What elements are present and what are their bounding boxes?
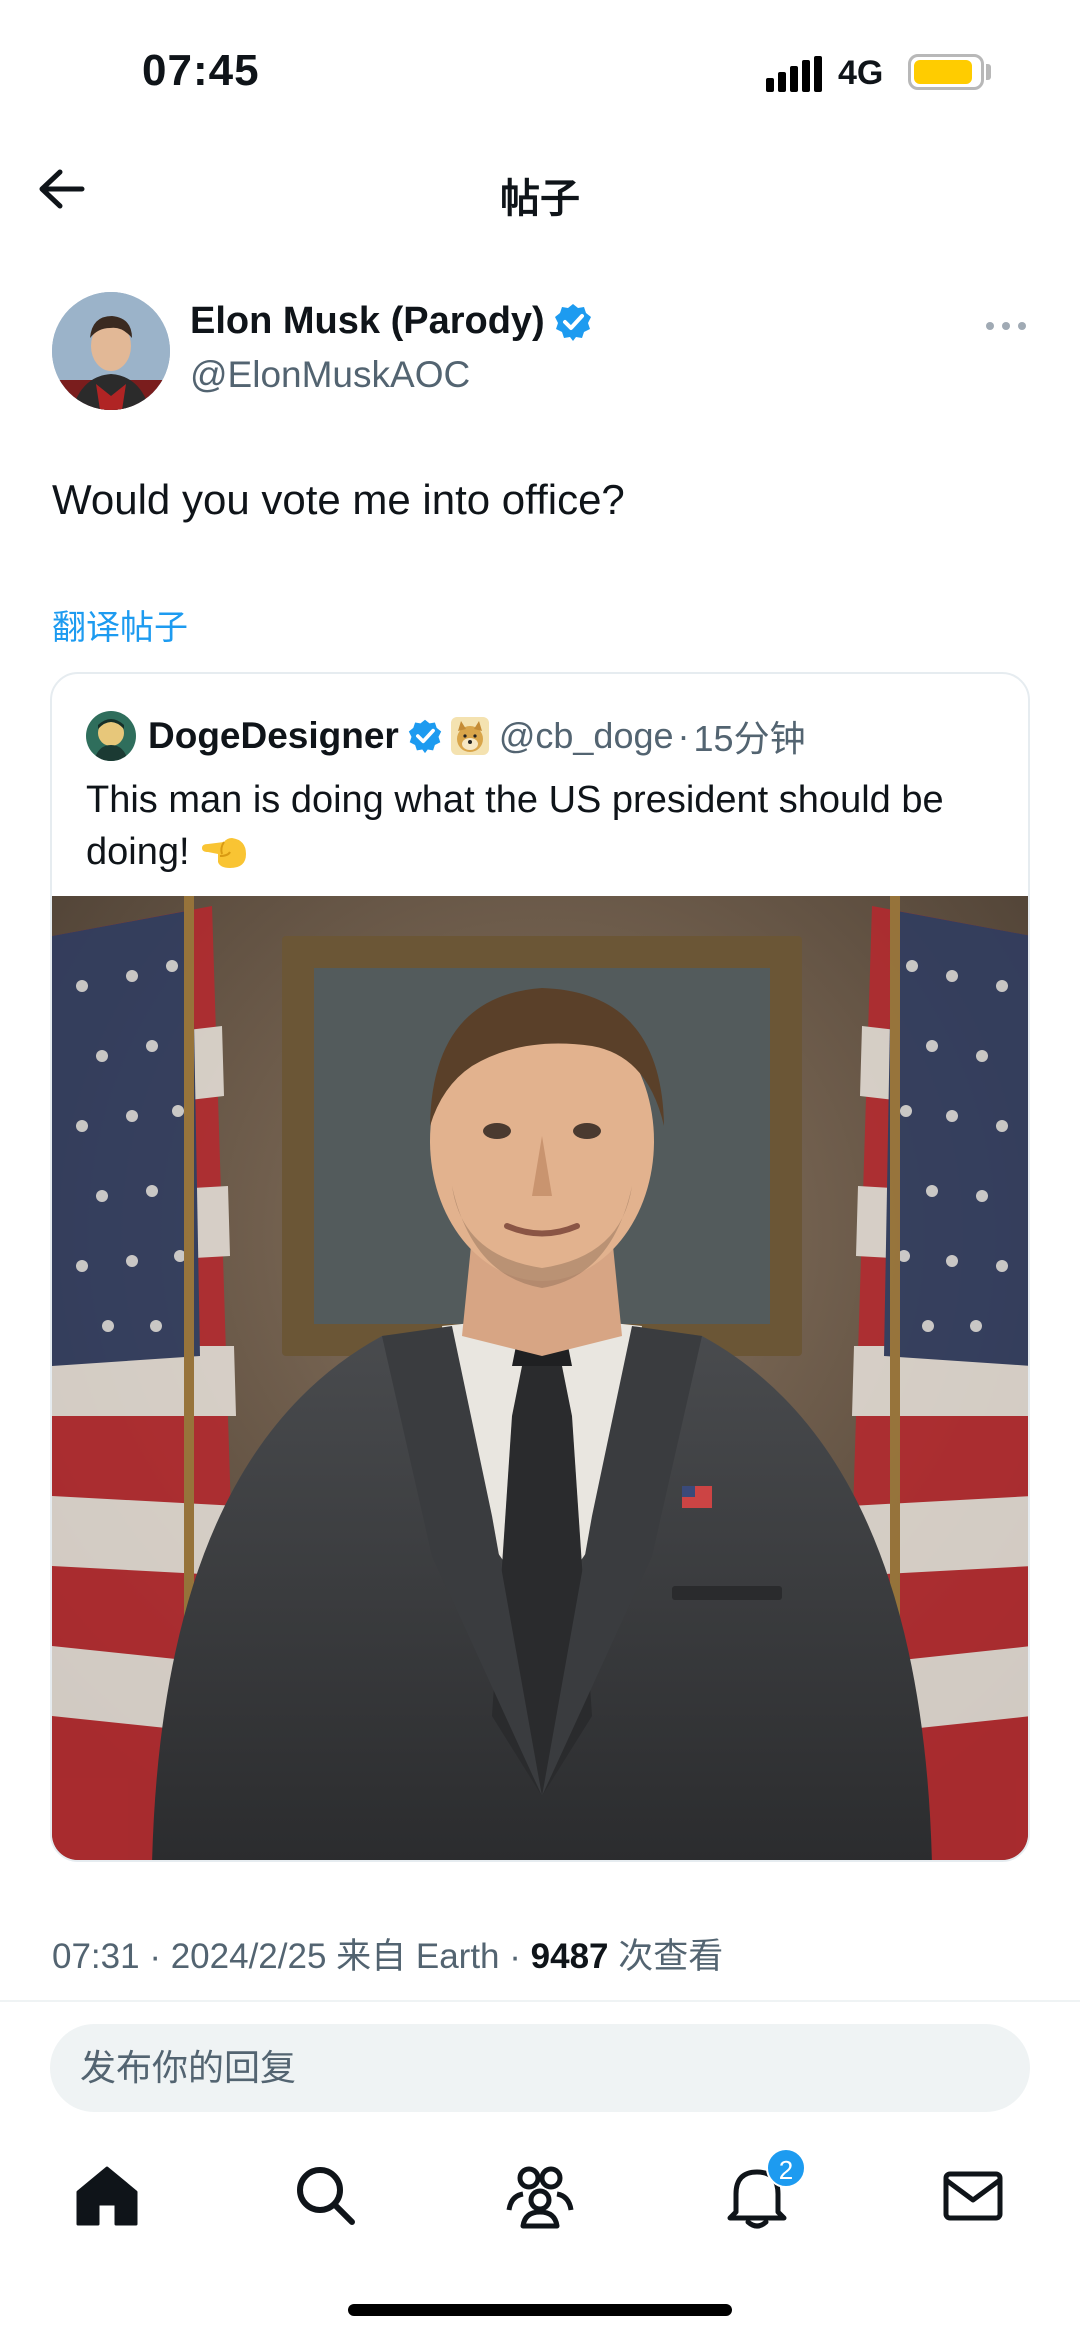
home-icon[interactable]: [72, 2160, 142, 2230]
communities-icon[interactable]: [505, 2160, 575, 2230]
author-name[interactable]: Elon Musk (Parody): [190, 300, 545, 343]
pointing-hand-emoji-icon: [202, 838, 247, 868]
status-time: 07:45: [142, 46, 260, 95]
home-indicator: [348, 2304, 732, 2316]
signal-icon: [766, 56, 822, 92]
page-title: 帖子: [500, 177, 580, 221]
post-time: 07:31: [52, 1937, 140, 1976]
quoted-author-avatar: [86, 711, 136, 761]
divider: [0, 2000, 1080, 2002]
quoted-post-text-block: This man is doing what the US president …: [86, 774, 1016, 878]
separator-dot: ·: [139, 1937, 171, 1976]
translate-post-link[interactable]: 翻译帖子: [52, 600, 188, 649]
header: 帖子: [0, 150, 1080, 230]
quoted-post-card[interactable]: DogeDesigner @cb_doge · 15分钟 This man is…: [50, 672, 1030, 1862]
post-source: 来自 Earth: [326, 1937, 500, 1976]
verified-badge-icon: [408, 719, 442, 754]
quoted-post-header: DogeDesigner @cb_doge · 15分钟: [86, 710, 806, 762]
battery-tip: [986, 64, 991, 80]
view-count: 9487: [530, 1937, 609, 1976]
more-options-icon[interactable]: [984, 316, 1028, 336]
author-handle[interactable]: @ElonMuskAOC: [190, 354, 470, 396]
author-name-row[interactable]: Elon Musk (Parody): [190, 300, 593, 343]
separator-dot: ·: [499, 1937, 531, 1976]
author-avatar[interactable]: [52, 292, 170, 410]
messages-icon[interactable]: [938, 2160, 1008, 2230]
quoted-author-handle: @cb_doge: [498, 715, 674, 756]
quoted-post-time: 15分钟: [693, 718, 806, 759]
network-type: 4G: [838, 54, 884, 92]
post-date: 2024/2/25: [170, 1937, 327, 1976]
view-count-label: 次查看: [608, 1937, 724, 1976]
post-text: Would you vote me into office?: [52, 476, 625, 523]
reply-input[interactable]: [80, 2024, 980, 2112]
battery-icon: [908, 54, 984, 90]
reply-box[interactable]: [50, 2024, 1030, 2112]
quoted-post-image[interactable]: [52, 896, 1028, 1860]
verified-badge-icon: [554, 303, 591, 341]
separator-dot: ·: [677, 715, 690, 756]
status-bar: 07:45 4G: [0, 0, 1080, 150]
battery-level: [914, 60, 972, 84]
post-metadata: 07:31 · 2024/2/25 来自 Earth · 9487 次查看: [52, 1928, 723, 1979]
quoted-author-name: DogeDesigner: [148, 715, 399, 756]
search-icon[interactable]: [290, 2160, 360, 2230]
doge-affiliate-icon: [450, 717, 489, 755]
notification-badge: 2: [766, 2148, 806, 2188]
